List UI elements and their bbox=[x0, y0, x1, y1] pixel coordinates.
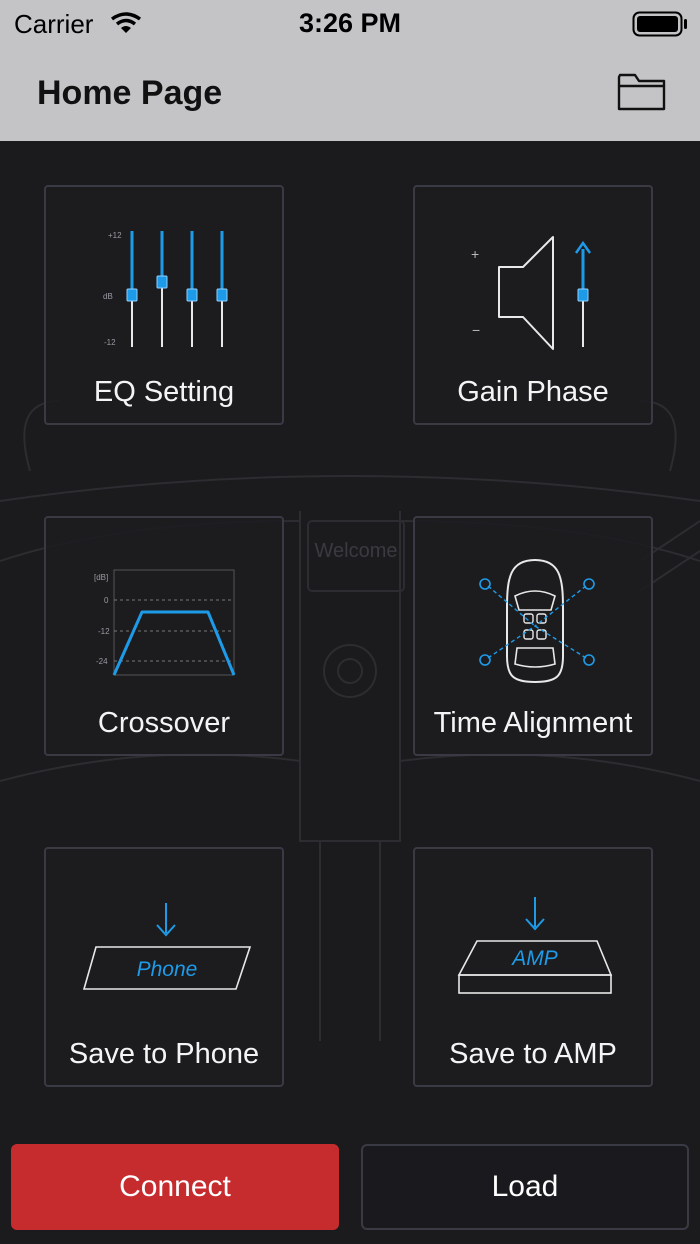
tile-label: Save to Phone bbox=[68, 1038, 260, 1070]
welcome-screen-text: Welcome bbox=[315, 540, 398, 562]
car-speakers-icon bbox=[479, 558, 595, 684]
eq-scale-top: +12 bbox=[108, 231, 122, 240]
tile-label: Time Alignment bbox=[433, 707, 633, 739]
status-bar: Carrier 3:26 PM bbox=[0, 0, 700, 48]
xover-tick-24: -24 bbox=[96, 657, 108, 666]
amp-device-label: AMP bbox=[510, 947, 558, 970]
eq-scale-mid: dB bbox=[103, 292, 113, 301]
crossover-tile[interactable]: [dB] 0 -12 -24 Crossover bbox=[44, 516, 284, 756]
page-title: Home Page bbox=[37, 74, 223, 112]
xover-tick-0: 0 bbox=[104, 596, 109, 605]
gain-plus: + bbox=[471, 246, 479, 262]
folder-icon[interactable] bbox=[617, 71, 667, 118]
tile-label: Gain Phase bbox=[457, 376, 609, 408]
tile-label: Crossover bbox=[97, 707, 231, 739]
save-to-amp-tile[interactable]: AMP Save to AMP bbox=[413, 847, 653, 1087]
clock: 3:26 PM bbox=[298, 8, 402, 38]
save-phone-icon: Phone bbox=[82, 903, 252, 990]
xover-unit: [dB] bbox=[94, 573, 108, 582]
speaker-gain-icon: + − bbox=[471, 236, 592, 350]
battery-icon bbox=[632, 11, 688, 42]
nav-bar: Home Page bbox=[0, 48, 700, 141]
eq-setting-tile[interactable]: +12 dB -12 EQ Setting bbox=[44, 185, 284, 425]
save-to-phone-tile[interactable]: Phone Save to Phone bbox=[44, 847, 284, 1087]
gain-minus: − bbox=[472, 322, 480, 338]
eq-sliders-icon: +12 dB -12 bbox=[103, 231, 228, 347]
connect-button[interactable]: Connect bbox=[11, 1144, 339, 1230]
tile-label: EQ Setting bbox=[93, 376, 235, 408]
load-button[interactable]: Load bbox=[361, 1144, 689, 1230]
gain-phase-tile[interactable]: + − Gain Phase bbox=[413, 185, 653, 425]
crossover-graph-icon: [dB] 0 -12 -24 bbox=[94, 569, 236, 676]
save-amp-icon: AMP bbox=[457, 897, 613, 994]
time-alignment-tile[interactable]: Time Alignment bbox=[413, 516, 653, 756]
phone-device-label: Phone bbox=[137, 958, 198, 981]
tile-label: Save to AMP bbox=[449, 1038, 617, 1070]
xover-tick-12: -12 bbox=[98, 627, 110, 636]
eq-scale-bottom: -12 bbox=[104, 338, 116, 347]
